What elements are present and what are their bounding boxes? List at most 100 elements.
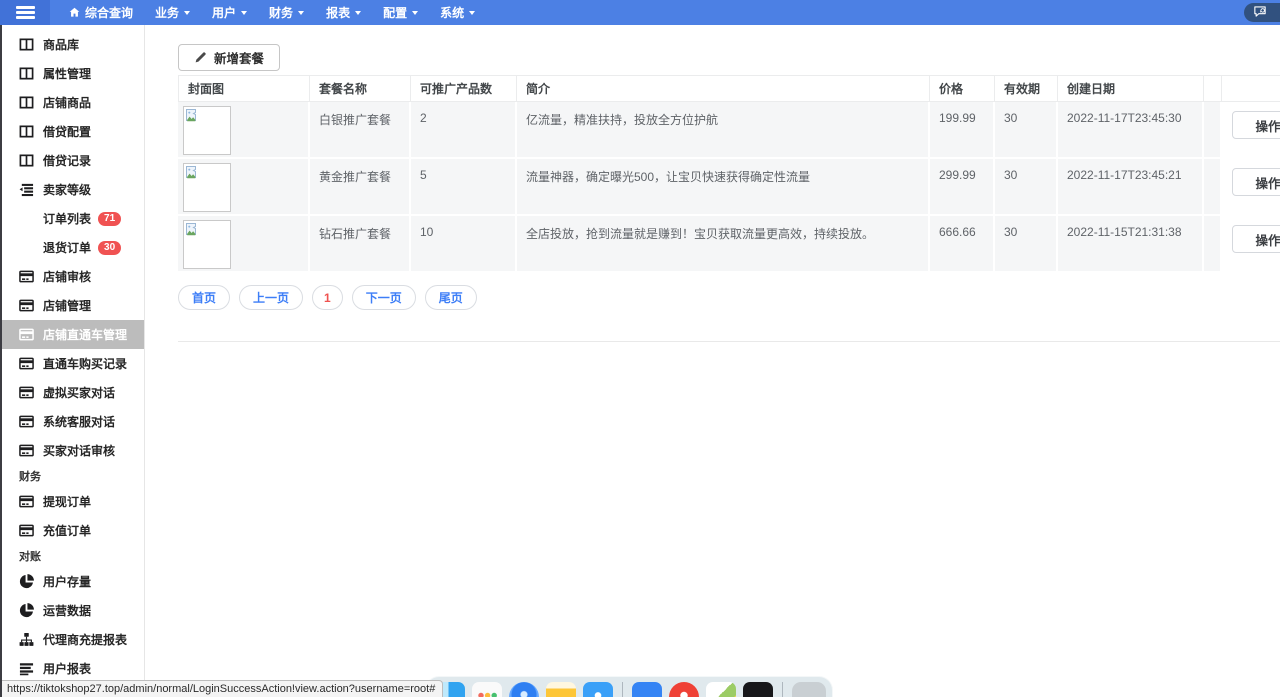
nav-item-2[interactable]: 财务 — [258, 0, 315, 25]
card-icon — [19, 443, 34, 458]
column-header-8 — [1222, 75, 1280, 102]
chevron-down-icon — [412, 11, 418, 15]
sidebar-item-21[interactable]: 代理商充提报表 — [0, 625, 144, 654]
sidebar-item-2[interactable]: 店铺商品 — [0, 88, 144, 117]
window-edge — [0, 25, 2, 697]
nav-item-1[interactable]: 用户 — [201, 0, 258, 25]
sidebar-item-label: 店铺商品 — [43, 94, 91, 111]
chat-pill-button[interactable] — [1244, 3, 1280, 22]
card-icon — [19, 298, 34, 313]
column-header-4: 价格 — [930, 75, 995, 102]
chrome-icon[interactable] — [669, 682, 699, 697]
dock-divider — [622, 682, 623, 697]
sidebar-item-8[interactable]: 店铺审核 — [0, 262, 144, 291]
sidebar-item-label: 退货订单 — [43, 239, 91, 256]
sidebar-item-9[interactable]: 店铺管理 — [0, 291, 144, 320]
cell-count: 5 — [411, 159, 517, 216]
sidebar-toggle-button[interactable] — [0, 0, 50, 25]
sidebar-item-17[interactable]: 充值订单 — [0, 516, 144, 545]
sidebar-item-1[interactable]: 属性管理 — [0, 59, 144, 88]
sidebar-item-13[interactable]: 系统客服对话 — [0, 407, 144, 436]
row-action-button[interactable]: 操作 — [1232, 168, 1280, 196]
files-icon[interactable] — [632, 682, 662, 697]
sidebar-item-5[interactable]: 卖家等级 — [0, 175, 144, 204]
page-button-0[interactable]: 首页 — [178, 285, 230, 310]
pagination: 首页上一页 1 下一页尾页 — [178, 285, 477, 310]
column-header-0: 封面图 — [178, 75, 310, 102]
mail-icon[interactable] — [583, 682, 613, 697]
add-package-button[interactable]: 新增套餐 — [178, 44, 280, 71]
sidebar-item-4[interactable]: 借贷记录 — [0, 146, 144, 175]
chevron-down-icon — [469, 11, 475, 15]
sidebar-item-22[interactable]: 用户报表 — [0, 654, 144, 683]
top-navbar: 综合查询 业务用户财务报表配置系统 — [0, 0, 1280, 25]
page-button-3[interactable]: 下一页 — [352, 285, 416, 310]
sidebar-item-20[interactable]: 运营数据 — [0, 596, 144, 625]
cell-desc: 全店投放，抢到流量就是赚到！宝贝获取流量更高效，持续投放。 — [517, 216, 930, 273]
page-button-1[interactable]: 上一页 — [239, 285, 303, 310]
terminal-icon[interactable] — [743, 682, 773, 697]
count-badge: 30 — [98, 241, 121, 255]
nav-item-4[interactable]: 配置 — [372, 0, 429, 25]
cover-image-placeholder — [183, 220, 231, 269]
cell-created: 2022-11-17T23:45:30 — [1058, 102, 1204, 159]
sidebar-item-10[interactable]: 店铺直通车管理 — [0, 320, 144, 349]
nav-item-label: 系统 — [440, 4, 464, 21]
safari-icon[interactable] — [509, 682, 539, 697]
cell-count: 2 — [411, 102, 517, 159]
sidebar-item-7[interactable]: 退货订单 30 — [0, 233, 144, 262]
nav-item-0[interactable]: 业务 — [144, 0, 201, 25]
navbar-menu-static: 综合查询 业务用户财务报表配置系统 — [58, 0, 486, 25]
dock-divider — [782, 682, 783, 697]
sidebar-item-label: 属性管理 — [43, 65, 91, 82]
row-action-button[interactable]: 操作 — [1232, 225, 1280, 253]
sidebar-item-label: 代理商充提报表 — [43, 631, 127, 648]
app-window: 综合查询 业务用户财务报表配置系统 商品库属性管理店铺商品借贷配置借贷记录卖家等… — [0, 0, 1280, 697]
cell-cover — [178, 102, 310, 159]
sidebar-item-14[interactable]: 买家对话审核 — [0, 436, 144, 465]
sidebar-item-3[interactable]: 借贷配置 — [0, 117, 144, 146]
photos-icon[interactable] — [706, 682, 736, 697]
sidebar-item-19[interactable]: 用户存量 — [0, 567, 144, 596]
broken-image-icon — [186, 166, 198, 180]
sidebar-item-label: 借贷配置 — [43, 123, 91, 140]
card-icon — [19, 269, 34, 284]
cell-name: 黄金推广套餐 — [310, 159, 411, 216]
page-button-2[interactable]: 1 — [312, 285, 343, 310]
nav-item-5[interactable]: 系统 — [429, 0, 486, 25]
sidebar-item-16[interactable]: 提现订单 — [0, 487, 144, 516]
trash-icon[interactable] — [792, 682, 826, 697]
column-header-5: 有效期 — [995, 75, 1058, 102]
sidebar-section-label: 财务 — [0, 465, 144, 487]
column-header-2: 可推广产品数 — [411, 75, 517, 102]
sidebar-item-label: 充值订单 — [43, 522, 91, 539]
launchpad-icon[interactable] — [472, 682, 502, 697]
sidebar-item-label: 运营数据 — [43, 602, 91, 619]
cell-validity: 30 — [995, 216, 1058, 273]
cell-created: 2022-11-15T21:31:38 — [1058, 216, 1204, 273]
cell-cover — [178, 159, 310, 216]
sidebar-item-0[interactable]: 商品库 — [0, 30, 144, 59]
sidebar-item-label: 商品库 — [43, 36, 79, 53]
sidebar-item-12[interactable]: 虚拟买家对话 — [0, 378, 144, 407]
home-icon — [69, 7, 80, 18]
nav-item-home[interactable]: 综合查询 — [58, 0, 144, 25]
page-button-4[interactable]: 尾页 — [425, 285, 477, 310]
column-header-3: 简介 — [517, 75, 930, 102]
columns-icon — [19, 95, 34, 110]
cell-name: 钻石推广套餐 — [310, 216, 411, 273]
row-action-button[interactable]: 操作 — [1232, 111, 1280, 139]
sidebar-item-11[interactable]: 直通车购买记录 — [0, 349, 144, 378]
sidebar-item-label: 店铺直通车管理 — [43, 326, 127, 343]
dock — [425, 676, 833, 697]
cell-count: 10 — [411, 216, 517, 273]
navbar-menu: 业务用户财务报表配置系统 — [144, 0, 486, 25]
cell-validity: 30 — [995, 102, 1058, 159]
columns-icon — [19, 153, 34, 168]
status-url: https://tiktokshop27.top/admin/normal/Lo… — [7, 683, 435, 695]
nav-item-3[interactable]: 报表 — [315, 0, 372, 25]
chevron-down-icon — [241, 11, 247, 15]
sidebar-item-label: 买家对话审核 — [43, 442, 115, 459]
sidebar-item-6[interactable]: 订单列表71 — [0, 204, 144, 233]
notes-icon[interactable] — [546, 682, 576, 697]
